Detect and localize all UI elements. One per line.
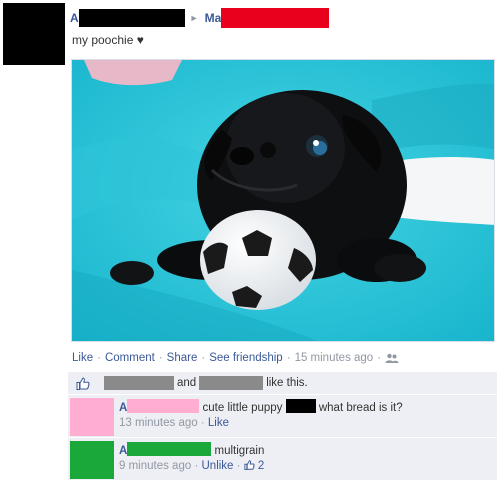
share-link[interactable]: Share <box>167 352 198 364</box>
separator: · <box>201 352 206 364</box>
separator: · <box>200 417 205 429</box>
separator: · <box>194 460 199 472</box>
comment-like-link[interactable]: Like <box>208 417 229 429</box>
commenter-avatar[interactable] <box>70 441 114 479</box>
commenter-name[interactable]: A <box>119 445 127 457</box>
commenter-name[interactable]: A <box>119 402 127 414</box>
redacted-target-name <box>221 8 330 28</box>
thumbs-up-icon <box>76 376 90 390</box>
comment-item: A multigrain 9 minutes ago · Unlike · 2 <box>68 437 497 480</box>
post-header: A ► Ma <box>70 8 330 28</box>
post-timestamp[interactable]: 15 minutes ago <box>295 352 374 364</box>
poster-name[interactable]: A <box>70 11 79 25</box>
comment-unlike-link[interactable]: Unlike <box>202 460 234 472</box>
redacted-liker-name[interactable] <box>199 376 264 390</box>
target-name[interactable]: Ma <box>205 11 222 25</box>
arrow-right-icon: ► <box>189 13 199 23</box>
separator: · <box>97 352 101 364</box>
comment-text-continued: what bread is it? <box>318 402 403 414</box>
friends-audience-icon[interactable] <box>385 353 399 364</box>
redacted-commenter-name <box>127 399 200 413</box>
separator: · <box>377 352 382 364</box>
redacted-mention <box>285 399 316 413</box>
comment-link[interactable]: Comment <box>105 352 155 364</box>
redacted-liker-name[interactable] <box>104 376 174 390</box>
comment-body: A cute little puppy what bread is it? 13… <box>119 399 403 431</box>
comment-text: cute little puppy <box>202 402 283 414</box>
post-message: my poochie ♥ <box>72 33 144 47</box>
separator: · <box>236 460 241 472</box>
comment-like-count[interactable]: 2 <box>258 460 264 472</box>
separator: · <box>286 352 291 364</box>
likes-and-text: and <box>177 377 197 389</box>
comment-timestamp[interactable]: 9 minutes ago <box>119 460 191 472</box>
thumbs-up-icon <box>244 460 255 471</box>
puppy-photo-image <box>72 60 494 341</box>
post-actions: Like · Comment · Share · See friendship … <box>72 352 399 364</box>
likes-suffix: like this. <box>266 377 308 389</box>
see-friendship-link[interactable]: See friendship <box>209 352 283 364</box>
feedback-section: and like this. A cute little puppy what … <box>68 372 497 480</box>
separator: · <box>158 352 163 364</box>
comment-item: A cute little puppy what bread is it? 13… <box>68 394 497 437</box>
comment-body: A multigrain 9 minutes ago · Unlike · 2 <box>119 442 264 474</box>
post-photo[interactable] <box>71 59 495 342</box>
likes-summary: and like this. <box>68 372 497 394</box>
commenter-avatar[interactable] <box>70 398 114 436</box>
redacted-poster-name <box>78 9 185 27</box>
redacted-commenter-name <box>127 442 212 456</box>
comment-text: multigrain <box>214 445 265 457</box>
like-link[interactable]: Like <box>72 352 93 364</box>
comment-timestamp[interactable]: 13 minutes ago <box>119 417 198 429</box>
poster-avatar[interactable] <box>3 3 65 65</box>
